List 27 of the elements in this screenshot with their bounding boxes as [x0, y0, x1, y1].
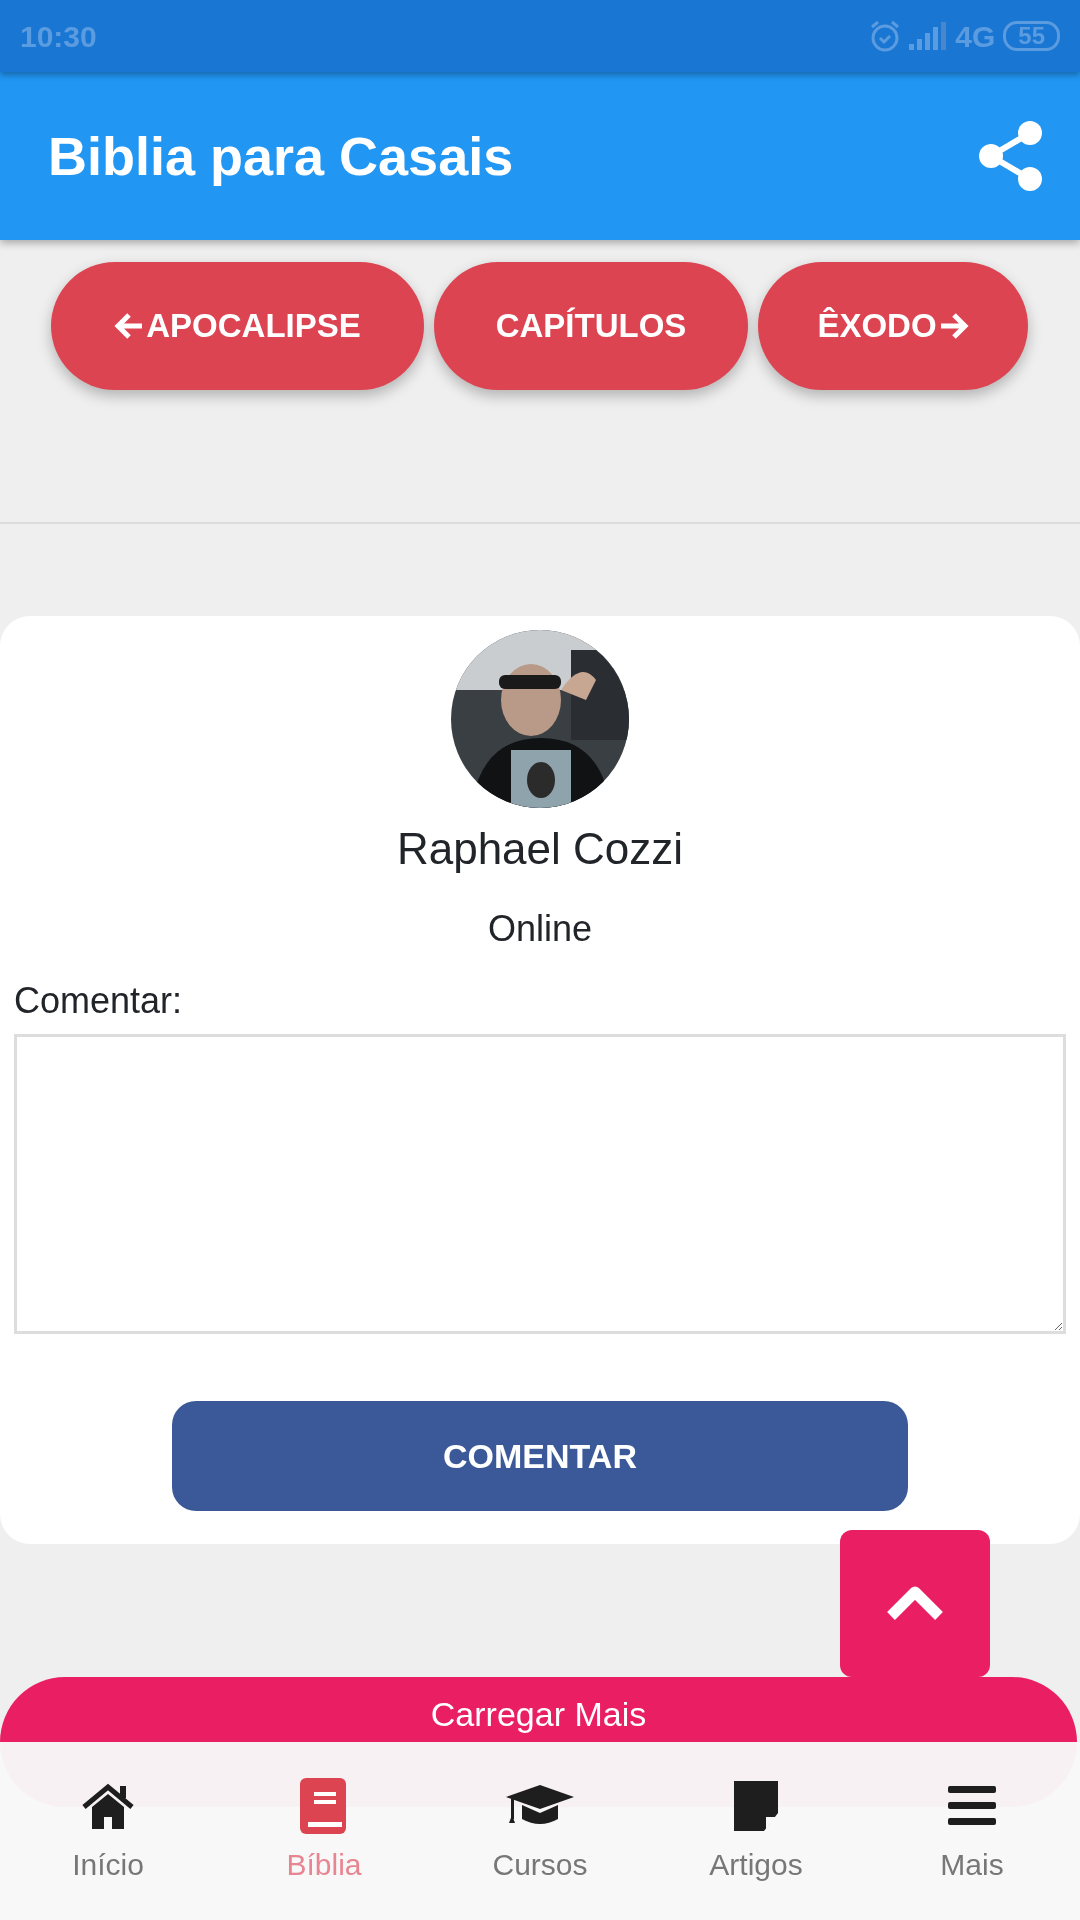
note-icon: [732, 1781, 780, 1831]
chapters-button[interactable]: CAPÍTULOS: [434, 262, 748, 390]
app-title: Biblia para Casais: [48, 124, 514, 188]
nav-tab[interactable]: Início: [0, 1742, 216, 1920]
user-status: Online: [487, 907, 593, 951]
scroll-top-button[interactable]: [840, 1530, 990, 1677]
arrow-right-icon: [938, 311, 969, 341]
comment-label: Comentar:: [14, 979, 184, 1023]
signal-icon: [909, 22, 948, 50]
next-book-button[interactable]: ÊXODO: [758, 262, 1028, 390]
share-icon[interactable]: [978, 120, 1044, 192]
battery-level: 55: [1003, 21, 1060, 51]
comment-field[interactable]: [14, 1034, 1066, 1334]
alarm-icon: [869, 19, 902, 53]
nav-tab[interactable]: Mais: [864, 1742, 1080, 1920]
book-icon: [300, 1778, 348, 1834]
user-name: Raphael Cozzi: [396, 823, 684, 875]
menu-icon: [948, 1784, 996, 1828]
comment-button[interactable]: COMENTAR: [172, 1401, 908, 1511]
home-icon: [82, 1783, 134, 1829]
nav-tab[interactable]: Cursos: [432, 1742, 648, 1920]
previous-book-button[interactable]: APOCALIPSE: [51, 262, 424, 390]
nav-tab[interactable]: Bíblia: [216, 1742, 432, 1920]
network-type: 4G: [955, 18, 996, 55]
nav-tab[interactable]: Artigos: [648, 1742, 864, 1920]
arrow-left-icon: [114, 311, 145, 341]
status-time: 10:30: [20, 18, 97, 55]
